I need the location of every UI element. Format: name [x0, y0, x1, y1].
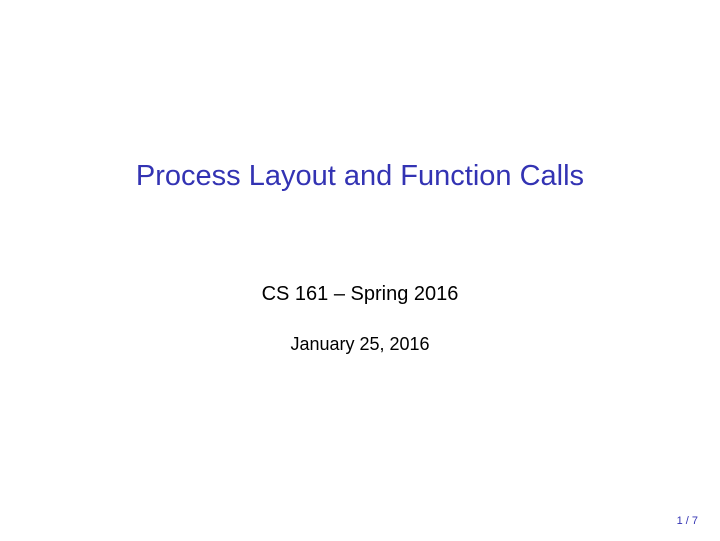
- slide-subtitle: CS 161 – Spring 2016: [262, 283, 459, 306]
- slide-title: Process Layout and Function Calls: [136, 160, 584, 193]
- slide-date: January 25, 2016: [290, 334, 429, 355]
- page-number: 1 / 7: [677, 515, 698, 527]
- slide-container: Process Layout and Function Calls CS 161…: [0, 0, 720, 541]
